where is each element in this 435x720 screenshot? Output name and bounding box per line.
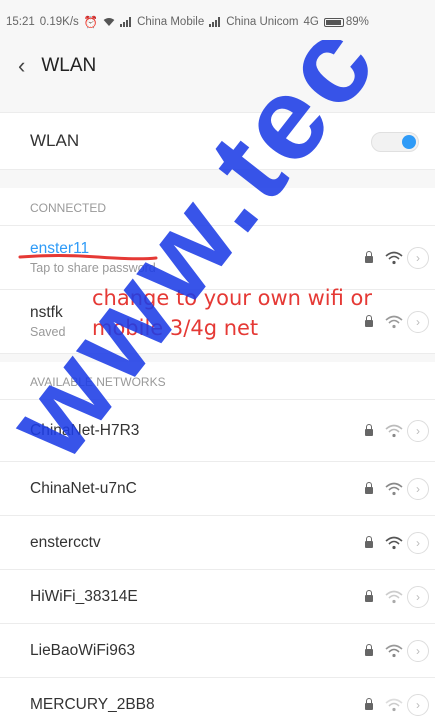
red-underline-mark xyxy=(18,254,158,261)
connected-section-label: CONNECTED xyxy=(0,188,435,226)
chevron-right-icon[interactable]: › xyxy=(407,477,429,500)
network-name: enstercctv xyxy=(30,533,101,551)
network-status: Tap to share password xyxy=(30,261,156,275)
status-bar: 15:21 0.19K/s ⏰ China Mobile China Unico… xyxy=(0,0,435,44)
network-name: LieBaoWiFi963 xyxy=(30,641,136,659)
lock-icon xyxy=(365,250,373,263)
wlan-toggle-label: WLAN xyxy=(30,131,80,150)
network-row[interactable]: ChinaNet-H7R3 › xyxy=(0,400,435,462)
network-name: MERCURY_2BB8 xyxy=(30,695,155,713)
chevron-right-icon[interactable]: › xyxy=(407,246,429,269)
signal-icon xyxy=(209,17,221,27)
annotation-line-1: change to your own wifi or xyxy=(92,286,373,310)
status-speed: 0.19K/s xyxy=(39,16,79,28)
carrier-unicom: China Unicom xyxy=(226,16,299,28)
lock-icon xyxy=(365,589,373,602)
network-row[interactable]: LieBaoWiFi963 › xyxy=(0,624,435,678)
alarm-icon: ⏰ xyxy=(83,17,99,29)
chevron-right-icon[interactable]: › xyxy=(407,639,429,662)
wifi-signal-icon xyxy=(385,482,403,495)
chevron-right-icon[interactable]: › xyxy=(407,419,429,442)
toggle-knob xyxy=(402,135,416,149)
available-network-list: ChinaNet-H7R3 › ChinaNet-u7nC › enstercc… xyxy=(0,400,435,720)
network-row[interactable]: HiWiFi_38314E › xyxy=(0,570,435,624)
chevron-right-icon[interactable]: › xyxy=(407,310,429,333)
battery-level: 89% xyxy=(345,16,369,28)
lock-icon xyxy=(365,481,373,494)
wifi-signal-icon xyxy=(385,424,403,437)
network-row[interactable]: MERCURY_2BB8 › xyxy=(0,678,435,720)
network-row[interactable]: ChinaNet-u7nC › xyxy=(0,462,435,516)
battery-icon xyxy=(323,17,344,27)
chevron-right-icon[interactable]: › xyxy=(407,585,429,608)
annotation-line-2: mobile 3/4g net xyxy=(92,316,259,340)
title-bar: ‹ WLAN xyxy=(0,44,435,88)
lock-icon xyxy=(365,535,373,548)
signal-icon xyxy=(120,17,132,27)
chevron-right-icon[interactable]: › xyxy=(407,693,429,716)
wifi-status-icon xyxy=(103,17,115,27)
wifi-signal-icon xyxy=(385,590,403,603)
annotation-text: change to your own wifi or mobile 3/4g n… xyxy=(92,283,372,343)
network-row[interactable]: enstercctv › xyxy=(0,516,435,570)
carrier-mobile: China Mobile xyxy=(137,16,205,28)
wifi-signal-icon xyxy=(385,251,403,264)
network-name: HiWiFi_38314E xyxy=(30,587,138,605)
lock-icon xyxy=(365,643,373,656)
wifi-signal-icon xyxy=(385,315,403,328)
network-name: ChinaNet-H7R3 xyxy=(30,421,140,439)
wlan-toggle-switch[interactable] xyxy=(371,132,419,152)
lock-icon xyxy=(365,697,373,710)
wifi-signal-icon xyxy=(385,536,403,549)
wifi-signal-icon xyxy=(385,644,403,657)
available-section-label: AVAILABLE NETWORKS xyxy=(0,362,435,400)
lock-icon xyxy=(365,423,373,436)
network-type: 4G xyxy=(303,16,319,28)
wifi-signal-icon xyxy=(385,698,403,711)
chevron-right-icon[interactable]: › xyxy=(407,531,429,554)
back-arrow-icon[interactable]: ‹ xyxy=(18,53,25,79)
page-title: WLAN xyxy=(41,55,97,76)
status-time: 15:21 xyxy=(6,16,35,28)
network-name: ChinaNet-u7nC xyxy=(30,479,137,497)
wlan-toggle-row[interactable]: WLAN xyxy=(0,112,435,170)
